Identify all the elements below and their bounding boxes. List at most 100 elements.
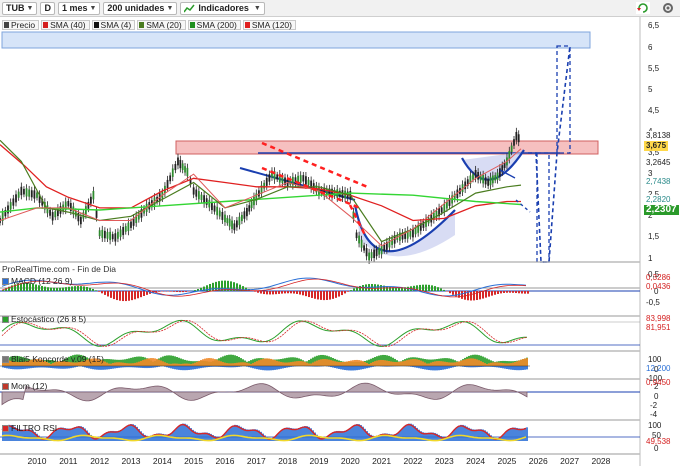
koncorde-orange-bar — [124, 362, 126, 366]
koncorde-blue-bar — [364, 366, 366, 369]
candle-body — [186, 167, 189, 177]
koncorde-blue-bar — [506, 366, 508, 370]
candle-body — [375, 249, 378, 257]
macd-bar — [269, 291, 271, 295]
panel-color-box — [2, 424, 9, 432]
candle-body — [235, 220, 238, 228]
koncorde-orange-bar — [386, 360, 388, 366]
macd-bar — [326, 291, 328, 301]
macd-bar — [101, 291, 103, 294]
panel-label-koncorde[interactable]: Blai5 Koncorde v.09 (15) — [2, 354, 104, 364]
momentum-axis-label: 0 — [654, 392, 659, 401]
rsi-blue-bar — [252, 429, 254, 441]
koncorde-blue-bar — [440, 366, 442, 371]
koncorde-blue-bar — [176, 366, 178, 370]
rsi-blue-bar — [72, 427, 74, 441]
candle-body — [368, 252, 370, 261]
candle-body — [218, 210, 221, 217]
koncorde-blue-bar — [114, 366, 116, 369]
koncorde-orange-bar — [218, 360, 220, 366]
koncorde-orange-bar — [266, 358, 268, 366]
candle-body — [414, 227, 417, 235]
candle-body — [79, 216, 82, 225]
rsi-blue-bar — [250, 429, 252, 441]
macd-bar — [311, 291, 313, 298]
koncorde-blue-bar — [14, 366, 16, 370]
panel-label-momentum[interactable]: Mom (12) — [2, 381, 47, 391]
macd-bar — [287, 291, 289, 294]
koncorde-blue-bar — [418, 366, 420, 369]
panel-label-stochastic[interactable]: Estocástico (26 8 5) — [2, 314, 86, 324]
koncorde-blue-bar — [16, 366, 18, 370]
koncorde-blue-bar — [68, 366, 70, 369]
koncorde-blue-bar — [254, 366, 256, 369]
candle-body — [268, 174, 271, 182]
candle-body — [253, 196, 255, 206]
koncorde-orange-bar — [246, 362, 248, 366]
koncorde-orange-bar — [326, 359, 328, 366]
stochastic-d-line — [1, 319, 528, 347]
koncorde-blue-bar — [64, 366, 66, 369]
macd-bar — [488, 291, 490, 297]
candle-body — [208, 199, 211, 208]
macd-bar — [335, 291, 337, 298]
macd-bar — [92, 288, 94, 291]
koncorde-blue-bar — [338, 366, 340, 369]
koncorde-orange-bar — [432, 361, 434, 366]
koncorde-blue-bar — [422, 366, 424, 370]
koncorde-orange-bar — [192, 363, 194, 366]
year-label: 2019 — [309, 456, 329, 466]
koncorde-blue-bar — [144, 366, 146, 369]
candle-body — [510, 145, 513, 152]
koncorde-orange-bar — [260, 359, 262, 366]
koncorde-orange-bar — [328, 359, 330, 366]
momentum-axis-label: -4 — [650, 410, 658, 419]
rsi-blue-bar — [522, 428, 524, 441]
koncorde-orange-bar — [332, 360, 334, 366]
candle-body — [310, 180, 313, 189]
koncorde-orange-bar — [484, 363, 486, 366]
macd-bar — [281, 291, 283, 294]
koncorde-orange-bar — [262, 358, 264, 366]
resistance-zone — [175, 140, 599, 155]
macd-bar — [299, 291, 301, 295]
koncorde-orange-bar — [462, 360, 464, 366]
koncorde-orange-bar — [442, 361, 444, 366]
rsi-blue-bar — [524, 428, 526, 441]
macd-bar — [56, 287, 58, 291]
macd-bar — [254, 291, 256, 292]
panel-label-rsi-filter[interactable]: FILTRO RSI — [2, 423, 57, 433]
macd-bar — [518, 291, 520, 294]
koncorde-blue-bar — [184, 366, 186, 371]
macd-bar — [278, 291, 280, 294]
price-value-tag: 2,2307 — [644, 204, 679, 215]
koncorde-orange-bar — [502, 363, 504, 366]
koncorde-orange-bar — [300, 361, 302, 366]
koncorde-orange-bar — [480, 361, 482, 366]
koncorde-orange-bar — [324, 359, 326, 366]
koncorde-blue-bar — [346, 366, 348, 371]
koncorde-blue-bar — [266, 366, 268, 371]
koncorde-blue-bar — [340, 366, 342, 370]
macd-bar — [140, 291, 142, 298]
price-chart[interactable] — [0, 0, 680, 466]
rsi-blue-bar — [284, 427, 286, 441]
koncorde-orange-bar — [146, 358, 148, 366]
panel-name: FILTRO RSI — [11, 423, 58, 433]
koncorde-orange-bar — [478, 360, 480, 366]
candle-body — [489, 176, 492, 186]
rsi-blue-bar — [304, 426, 306, 441]
koncorde-orange-bar — [418, 359, 420, 366]
rsi-blue-bar — [356, 424, 358, 441]
rsi-blue-bar — [74, 427, 76, 441]
macd-bar — [425, 284, 427, 291]
panel-label-macd[interactable]: MACD (12 26 9) — [2, 276, 72, 286]
koncorde-orange-bar — [310, 363, 312, 366]
candle-body — [95, 210, 98, 218]
koncorde-blue-bar — [282, 366, 284, 369]
candle-body — [124, 226, 127, 232]
macd-bar — [89, 287, 91, 291]
koncorde-blue-bar — [442, 366, 444, 370]
koncorde-blue-bar — [426, 366, 428, 370]
koncorde-orange-bar — [468, 358, 470, 366]
